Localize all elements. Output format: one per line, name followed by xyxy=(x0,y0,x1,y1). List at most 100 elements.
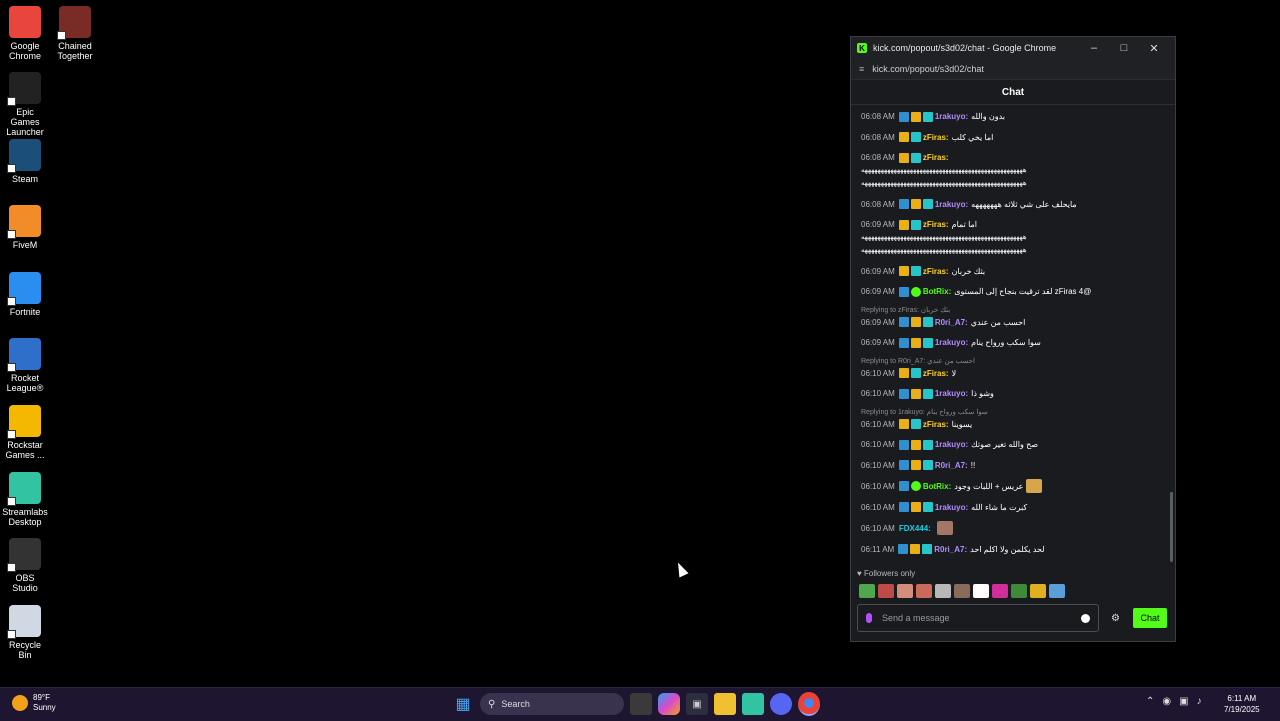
mic-icon[interactable] xyxy=(866,613,872,623)
desktop-icon[interactable]: Epic Games Launcher xyxy=(2,72,48,137)
username[interactable]: 1rakuyo: xyxy=(935,387,968,400)
username[interactable]: zFiras: xyxy=(923,418,949,431)
crown-badge-icon xyxy=(898,266,909,276)
message-text: يسوينا xyxy=(951,419,973,429)
username[interactable]: BotRix: xyxy=(923,480,951,493)
chat-message[interactable]: 06:11 AM R0ri_A7: لحد يكلمن ولا اكلم احد xyxy=(861,543,1163,556)
quick-emote-icon[interactable] xyxy=(859,584,875,598)
chat-message[interactable]: 06:08 AM 1rakuyo: بدون والله xyxy=(861,110,1163,123)
username[interactable]: zFiras: xyxy=(923,218,949,231)
desktop-icon[interactable]: FiveM xyxy=(2,205,48,250)
streamlabs-taskbar-icon[interactable] xyxy=(742,693,764,715)
chat-message[interactable]: 06:10 AM zFiras: لا xyxy=(861,367,1163,380)
desktop-icon[interactable]: OBS Studio xyxy=(2,538,48,593)
username[interactable]: R0ri_A7: xyxy=(935,316,968,329)
quick-emote-icon[interactable] xyxy=(916,584,932,598)
desktop-icon[interactable]: Recycle Bin xyxy=(2,604,48,660)
emoji-picker-icon[interactable] xyxy=(1081,613,1090,623)
copilot-icon[interactable] xyxy=(658,693,680,715)
username[interactable]: 1rakuyo: xyxy=(935,501,968,514)
chat-message-list[interactable]: 06:08 AM 1rakuyo: بدون والله 06:08 AM zFiras… xyxy=(851,104,1173,564)
chat-message[interactable]: 06:10 AM FDX444: xyxy=(861,521,1163,535)
chat-message[interactable]: 06:09 AM 1rakuyo: سوا سكب ورواح ينام xyxy=(861,336,1163,349)
windows-start-icon[interactable]: ▦ xyxy=(452,693,474,715)
mod-badge-icon xyxy=(898,199,909,209)
discord-icon[interactable] xyxy=(770,693,792,715)
shortcut-arrow-icon xyxy=(7,230,16,240)
chat-message[interactable]: 06:09 AM zFiras: بثك خربان xyxy=(861,265,1163,278)
username[interactable]: 1rakuyo: xyxy=(935,438,968,451)
reply-context[interactable]: Replying to R0ri_A7: احسب من عندي xyxy=(861,357,1163,365)
address-bar[interactable]: ≡ kick.com/popout/s3d02/chat xyxy=(851,59,1175,80)
message-text-line: هههههههههههههههههههههههههههههههههههههههه… xyxy=(861,180,1027,187)
chat-message[interactable]: 06:08 AM zFiras: ههههههههههههههههههههههههه… xyxy=(861,151,1163,190)
chat-settings-gear-icon[interactable]: ⚙ xyxy=(1111,613,1120,624)
desktop-icon[interactable]: Fortnite xyxy=(2,271,48,317)
shortcut-arrow-icon xyxy=(7,296,16,306)
username[interactable]: R0ri_A7: xyxy=(934,543,967,556)
site-info-icon[interactable]: ≡ xyxy=(859,64,864,74)
desktop-icon[interactable]: Rocket League® xyxy=(2,338,48,393)
message-timestamp: 06:08 AM xyxy=(861,132,895,142)
minimize-button[interactable]: – xyxy=(1079,42,1109,54)
username[interactable]: zFiras: xyxy=(923,151,949,164)
desktop-icon[interactable]: Google Chrome xyxy=(2,6,48,61)
maximize-button[interactable]: □ xyxy=(1109,42,1139,54)
quick-emote-icon[interactable] xyxy=(878,584,894,598)
quick-emote-icon[interactable] xyxy=(1011,584,1027,598)
message-input[interactable]: Send a message xyxy=(857,604,1099,632)
username[interactable]: zFiras: xyxy=(923,367,949,380)
quick-emote-icon[interactable] xyxy=(992,584,1008,598)
quick-emote-icon[interactable] xyxy=(897,584,913,598)
store-icon[interactable]: ▣ xyxy=(686,693,708,715)
clock[interactable]: 6:11 AM 7/19/2025 xyxy=(1224,693,1260,715)
chat-message[interactable]: 06:08 AM 1rakuyo: مايحلف على شي ثلاثه هههه… xyxy=(861,198,1163,211)
chat-message[interactable]: 06:10 AM BotRix: عريس + اللبات وجود xyxy=(861,479,1163,493)
desktop-icon[interactable]: Steam xyxy=(2,138,48,184)
username[interactable]: 1rakuyo: xyxy=(935,336,968,349)
system-tray: ⌃ ◉ ▣ ♪ xyxy=(1146,696,1202,707)
desktop-icon[interactable]: Rockstar Games ... xyxy=(2,405,48,460)
file-explorer-icon[interactable] xyxy=(714,693,736,715)
weather-widget[interactable]: 89°F Sunny xyxy=(12,693,56,713)
chat-message[interactable]: 06:09 AM R0ri_A7: احسب من عندي xyxy=(861,316,1163,329)
chat-message[interactable]: 06:10 AM zFiras: يسوينا xyxy=(861,418,1163,431)
chat-scrollbar[interactable] xyxy=(1170,492,1173,562)
quick-emote-icon[interactable] xyxy=(1049,584,1065,598)
message-timestamp: 06:08 AM xyxy=(861,199,895,209)
message-timestamp: 06:10 AM xyxy=(861,389,895,398)
chat-message[interactable]: 06:09 AM BotRix: @zFiras 4 لقد ترقيت بنجاح… xyxy=(861,285,1163,298)
reply-context[interactable]: Replying to 1rakuyo: سوا سكب ورواح ينام xyxy=(861,408,1163,416)
username[interactable]: 1rakuyo: xyxy=(935,198,968,211)
chat-message[interactable]: 06:10 AM 1rakuyo: كبرت ما شاء الله xyxy=(861,501,1163,514)
username[interactable]: FDX444: xyxy=(899,522,931,535)
close-button[interactable]: ✕ xyxy=(1139,42,1169,55)
chat-message[interactable]: 06:10 AM 1rakuyo: وشو ذا xyxy=(861,387,1163,400)
chat-message[interactable]: 06:10 AM 1rakuyo: صح والله تغير صوتك xyxy=(861,438,1163,451)
volume-icon[interactable]: ♪ xyxy=(1197,696,1202,707)
task-view-icon[interactable] xyxy=(630,693,652,715)
taskbar-search[interactable]: ⚲ Search xyxy=(480,693,624,715)
quick-emote-icon[interactable] xyxy=(973,584,989,598)
username[interactable]: BotRix: xyxy=(923,285,951,298)
chat-message[interactable]: 06:08 AM zFiras: اما يخي كلب xyxy=(861,131,1163,144)
chat-message[interactable]: 06:10 AM R0ri_A7:!! xyxy=(861,459,1163,472)
reply-context[interactable]: Replying to zFiras: بثك خربان xyxy=(861,306,1163,314)
username[interactable]: R0ri_A7: xyxy=(935,459,968,472)
send-chat-button[interactable]: Chat xyxy=(1133,608,1167,628)
app-icon xyxy=(7,138,41,173)
username[interactable]: 1rakuyo: xyxy=(935,110,968,123)
quick-emote-icon[interactable] xyxy=(935,584,951,598)
microphone-icon[interactable]: ◉ xyxy=(1162,696,1171,707)
username[interactable]: zFiras: xyxy=(923,131,949,144)
chrome-taskbar-icon[interactable] xyxy=(798,692,820,716)
quick-emote-icon[interactable] xyxy=(1030,584,1046,598)
chat-message[interactable]: 06:09 AM zFiras: اما تمام ههههههههههههههههه… xyxy=(861,218,1163,257)
display-icon[interactable]: ▣ xyxy=(1179,696,1188,707)
desktop-icon[interactable]: Streamlabs Desktop xyxy=(2,471,48,527)
tray-overflow-chevron-icon[interactable]: ⌃ xyxy=(1146,696,1154,707)
username[interactable]: zFiras: xyxy=(923,265,949,278)
shortcut-arrow-icon xyxy=(7,363,16,373)
desktop-icon[interactable]: Chained Together xyxy=(52,6,98,61)
quick-emote-icon[interactable] xyxy=(954,584,970,598)
